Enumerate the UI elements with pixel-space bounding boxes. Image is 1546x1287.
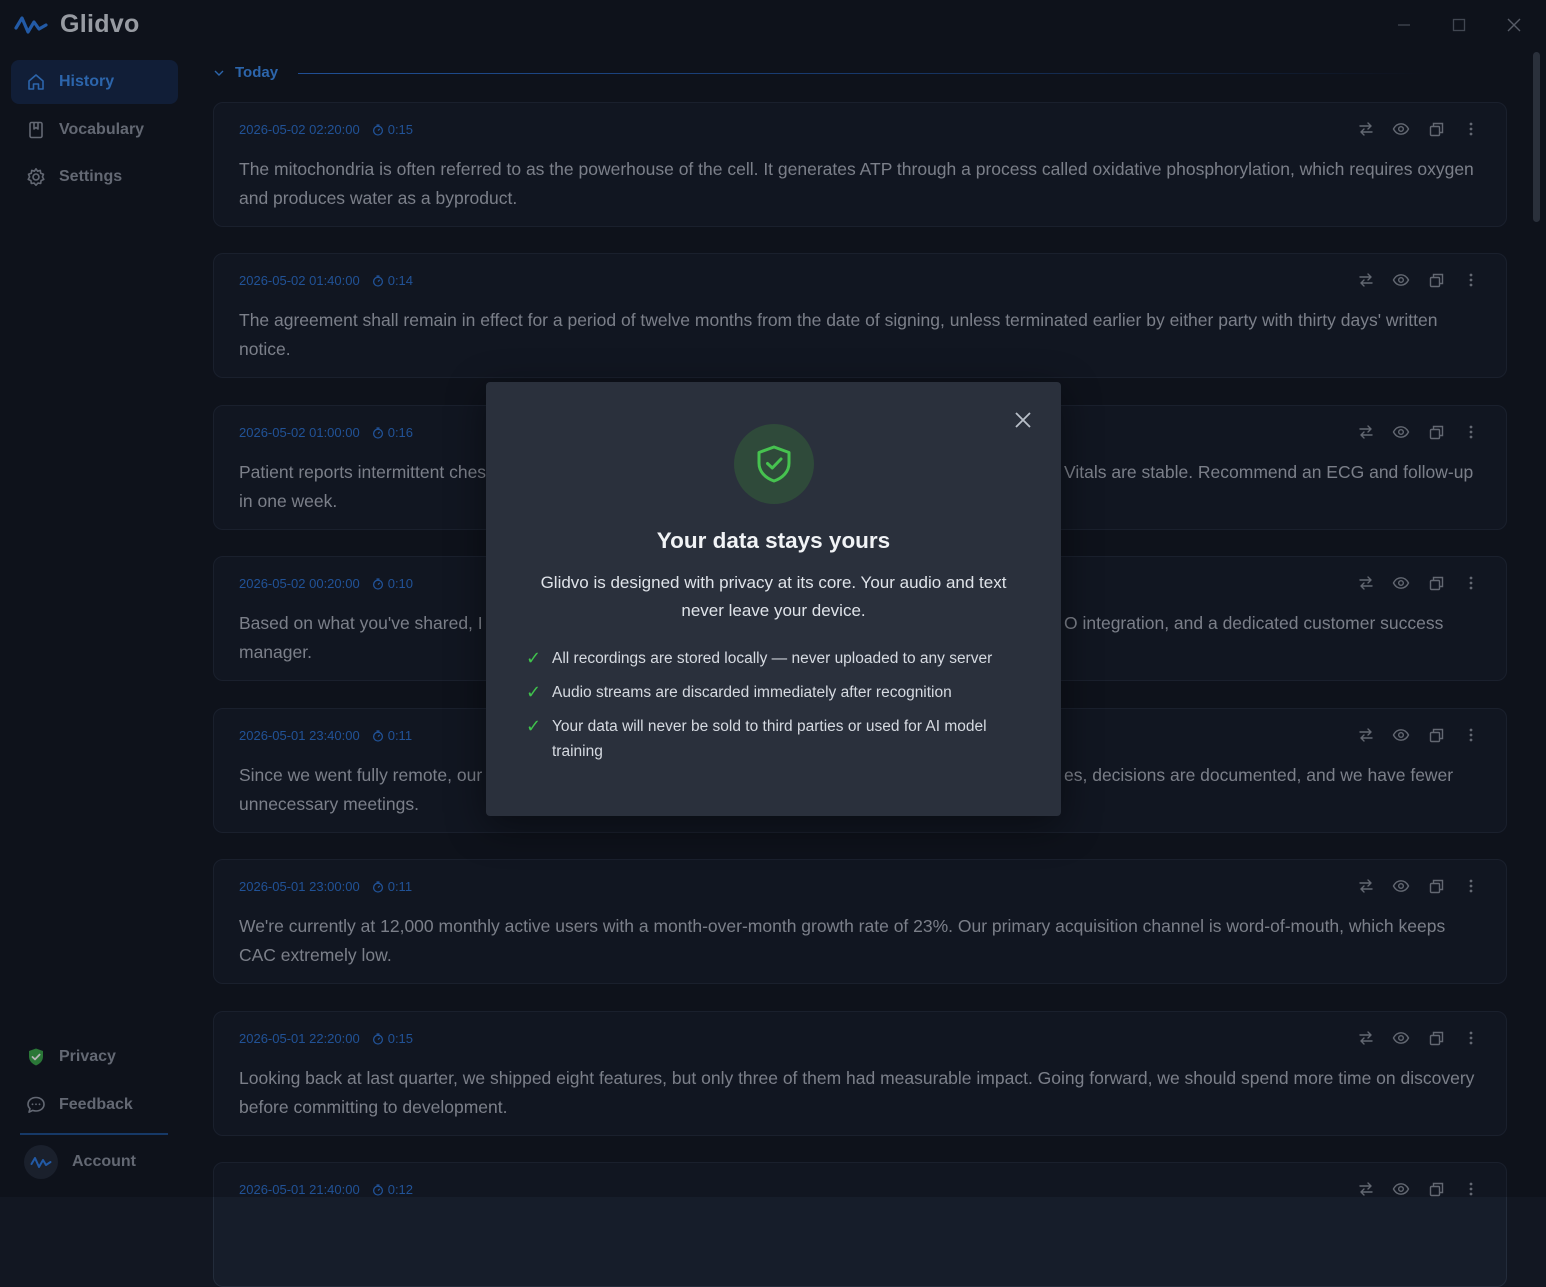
privacy-dialog: Your data stays yours Glidvo is designed…	[486, 382, 1061, 816]
benefit-list: ✓ All recordings are stored locally — ne…	[526, 646, 1026, 773]
benefit-item: ✓ Audio streams are discarded immediatel…	[526, 680, 1026, 705]
benefit-item: ✓ Your data will never be sold to third …	[526, 714, 1026, 764]
benefit-text: Audio streams are discarded immediately …	[552, 684, 952, 701]
check-icon: ✓	[526, 716, 542, 736]
check-icon: ✓	[526, 648, 542, 668]
dialog-description: Glidvo is designed with privacy at its c…	[540, 573, 1007, 620]
shield-badge	[734, 424, 814, 504]
shield-check-icon	[757, 445, 791, 483]
check-icon: ✓	[526, 682, 542, 702]
close-dialog-button[interactable]	[1011, 408, 1035, 432]
benefit-text: All recordings are stored locally — neve…	[552, 650, 993, 667]
close-icon	[1015, 412, 1031, 428]
benefit-item: ✓ All recordings are stored locally — ne…	[526, 646, 1026, 671]
benefit-text: Your data will never be sold to third pa…	[552, 718, 987, 760]
dialog-title: Your data stays yours	[656, 528, 891, 553]
